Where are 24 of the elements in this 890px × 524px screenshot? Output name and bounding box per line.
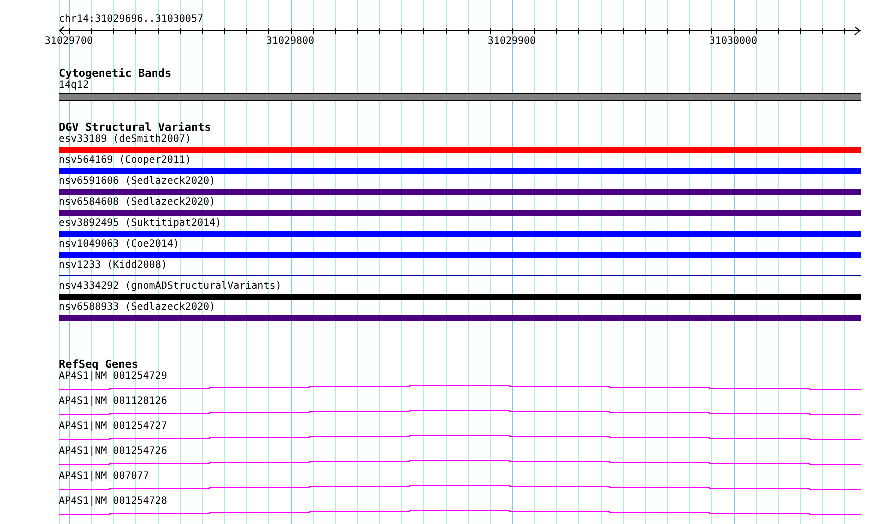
track-title: DGV Structural Variants: [59, 122, 212, 134]
feature-label: nsv6588933 (Sedlazeck2020): [59, 302, 216, 314]
feature-label: AP4S1|NM_001254729: [59, 371, 168, 383]
feature-label: nsv1233 (Kidd2008): [59, 260, 168, 272]
ruler-tick-label: 31030000: [709, 36, 758, 48]
location-label: chr14:31029696..31030057: [59, 14, 204, 26]
feature-label: 14q12: [59, 80, 90, 92]
ruler-tick-label: 31029900: [488, 36, 536, 48]
feature-label: AP4S1|NM_001254728: [59, 496, 168, 508]
feature-label: nsv564169 (Cooper2011): [59, 155, 192, 167]
feature-label: nsv1049063 (Coe2014): [59, 239, 180, 251]
feature-label: esv33189 (deSmith2007): [59, 134, 192, 146]
track-title: Cytogenetic Bands: [59, 68, 172, 80]
feature-label: nsv6591606 (Sedlazeck2020): [59, 176, 216, 188]
feature-label: AP4S1|NM_001254726: [59, 446, 168, 458]
feature-label: AP4S1|NM_007077: [59, 471, 150, 483]
track-title: RefSeq Genes: [59, 359, 138, 371]
feature-label: AP4S1|NM_001128126: [59, 396, 168, 408]
ruler-tick-label: 31029700: [44, 36, 94, 48]
ruler-tick-label: 31029800: [266, 36, 315, 48]
feature-label: AP4S1|NM_001254727: [59, 421, 168, 433]
feature-label: nsv4334292 (gnomADStructuralVariants): [59, 281, 282, 293]
feature-label: esv3892495 (Suktitipat2014): [59, 218, 222, 230]
feature-label: nsv6584608 (Sedlazeck2020): [59, 197, 216, 209]
